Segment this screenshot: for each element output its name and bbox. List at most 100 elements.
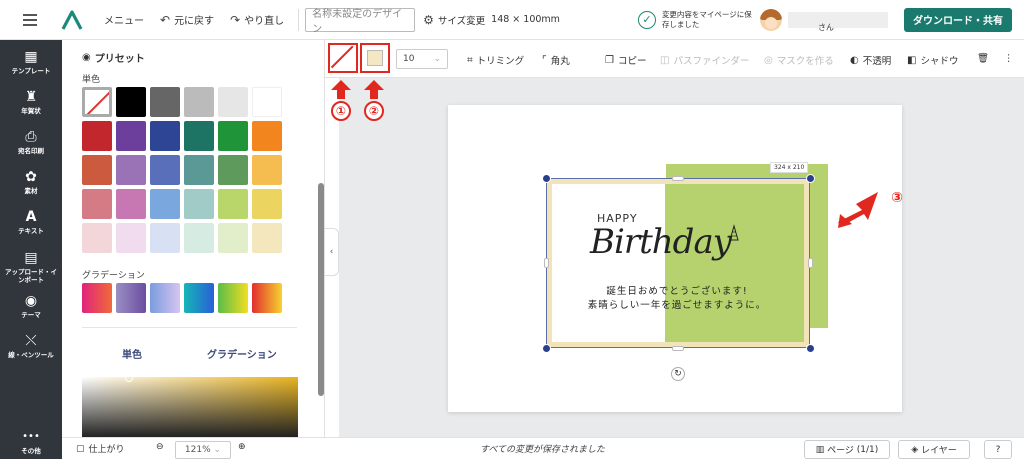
color-swatch[interactable] <box>116 87 146 117</box>
color-swatch[interactable] <box>150 223 180 253</box>
color-swatch[interactable] <box>218 121 248 151</box>
color-picker-area[interactable] <box>82 377 298 437</box>
make-mask-button[interactable]: ◎ マスクを作る <box>764 53 834 68</box>
stroke-width-select[interactable]: 10 ⌄ <box>396 49 448 69</box>
design-name-input[interactable]: 名称未設定のデザイン <box>305 7 416 35</box>
gradient-swatch[interactable] <box>82 283 112 313</box>
color-swatch[interactable] <box>116 121 146 151</box>
panel-divider <box>82 327 297 328</box>
color-swatch[interactable] <box>252 121 282 151</box>
color-swatch[interactable] <box>150 87 180 117</box>
app-logo[interactable] <box>60 8 84 32</box>
resize-handle-top[interactable] <box>672 176 684 181</box>
gradient-swatch[interactable] <box>184 283 214 313</box>
resize-handle-bottom[interactable] <box>672 346 684 351</box>
resize-handle-bl[interactable] <box>542 344 551 353</box>
color-swatch[interactable] <box>218 155 248 185</box>
menu-button[interactable]: メニュー <box>96 0 152 40</box>
color-swatch[interactable] <box>184 87 214 117</box>
shadow-button[interactable]: ◧ シャドウ <box>907 53 958 68</box>
color-swatch[interactable] <box>218 189 248 219</box>
tab-gradient[interactable]: グラデーション <box>207 346 277 361</box>
redo-button[interactable]: ↷ やり直し <box>222 0 292 40</box>
color-swatch[interactable] <box>82 189 112 219</box>
gradient-swatch[interactable] <box>116 283 146 313</box>
rail-item-material[interactable]: ✿ 素材 <box>0 162 62 202</box>
pages-button[interactable]: ▥ ページ (1/1) <box>804 440 890 459</box>
color-swatch[interactable] <box>184 155 214 185</box>
undo-button[interactable]: ↶ 元に戻す <box>152 0 222 40</box>
color-swatch[interactable] <box>116 155 146 185</box>
preset-title-text: プリセット <box>94 54 145 65</box>
rail-item-theme[interactable]: ◉ テーマ <box>0 286 62 326</box>
hamburger-menu-button[interactable] <box>0 0 60 40</box>
finish-preview-button[interactable]: ▢ 仕上がり <box>76 442 125 456</box>
rail-item-pen-tool[interactable]: ⤬ 線・ペンツール <box>0 326 62 366</box>
more-options-button[interactable]: ⋮ <box>1004 53 1014 64</box>
color-swatch[interactable] <box>116 223 146 253</box>
color-swatch[interactable] <box>252 87 282 117</box>
color-swatch[interactable] <box>82 223 112 253</box>
user-suffix: さん <box>817 23 834 32</box>
rotate-handle[interactable]: ↻ <box>671 367 685 381</box>
message-line-1[interactable]: 誕生日おめでとうございます! <box>572 283 782 297</box>
color-swatch[interactable] <box>150 155 180 185</box>
no-fill-color-button[interactable] <box>328 43 358 73</box>
color-swatch[interactable] <box>82 121 112 151</box>
color-swatch[interactable] <box>150 189 180 219</box>
pathfinder-icon: ◫ <box>660 54 670 66</box>
rail-label: テキスト <box>18 227 44 235</box>
color-swatch[interactable] <box>218 87 248 117</box>
rail-item-text[interactable]: A テキスト <box>0 202 62 242</box>
color-swatch[interactable] <box>82 155 112 185</box>
gradient-swatch[interactable] <box>252 283 282 313</box>
hamburger-icon <box>23 18 37 21</box>
message-line-2[interactable]: 素晴らしい一年を過ごせますように。 <box>572 297 782 311</box>
resize-handle-tl[interactable] <box>542 174 551 183</box>
rail-label: その他 <box>21 447 41 455</box>
resize-handle-br[interactable] <box>806 344 815 353</box>
panel-collapse-button[interactable]: ‹ <box>325 228 339 276</box>
trim-button[interactable]: ⌗ トリミング <box>467 53 524 68</box>
pages-count: (1/1) <box>856 444 879 455</box>
stroke-color-button[interactable] <box>360 43 390 73</box>
rail-item-more[interactable]: ••• その他 <box>0 424 62 459</box>
color-swatch[interactable] <box>184 121 214 151</box>
help-button[interactable]: ? <box>984 440 1012 459</box>
color-swatch[interactable] <box>184 189 214 219</box>
delete-button[interactable]: 🗑 <box>977 53 989 64</box>
zoom-in-button[interactable]: ⊕ <box>238 442 246 452</box>
pathfinder-button[interactable]: ◫ パスファインダー <box>660 53 749 68</box>
opacity-button[interactable]: ◐ 不透明 <box>850 53 891 68</box>
no-color-swatch[interactable] <box>82 87 112 117</box>
resize-handle-left[interactable] <box>544 258 549 268</box>
color-swatch[interactable] <box>116 189 146 219</box>
gradient-swatch[interactable] <box>150 283 180 313</box>
rounded-corner-button[interactable]: ⌜ 角丸 <box>542 53 570 68</box>
color-swatch[interactable] <box>150 121 180 151</box>
tab-solid[interactable]: 単色 <box>122 346 142 361</box>
color-swatch[interactable] <box>252 189 282 219</box>
color-picker-handle[interactable] <box>125 374 133 382</box>
rail-item-address-print[interactable]: ⎙ 宛名印刷 <box>0 122 62 162</box>
resize-handle-right[interactable] <box>808 258 813 268</box>
size-change-button[interactable]: ⚙ サイズ変更 148 × 100mm <box>415 0 568 40</box>
gradient-swatch[interactable] <box>218 283 248 313</box>
rail-item-template[interactable]: ▦ テンプレート <box>0 42 62 82</box>
layers-button[interactable]: ◈ レイヤー <box>898 440 970 459</box>
panel-scrollbar[interactable] <box>318 183 324 396</box>
download-share-button[interactable]: ダウンロード・共有 <box>904 7 1012 32</box>
birthday-text[interactable]: Birthday <box>590 222 732 262</box>
rail-item-upload[interactable]: ▤ アップロード・インポート <box>0 245 62 289</box>
copy-button[interactable]: ❐ コピー <box>605 53 646 68</box>
avatar-face <box>764 16 777 29</box>
color-swatch[interactable] <box>218 223 248 253</box>
color-swatch[interactable] <box>252 155 282 185</box>
color-swatch[interactable] <box>252 223 282 253</box>
resize-handle-tr[interactable] <box>806 174 815 183</box>
avatar[interactable] <box>759 8 782 31</box>
color-swatch[interactable] <box>184 223 214 253</box>
zoom-out-button[interactable]: ⊖ <box>156 442 164 452</box>
zoom-select[interactable]: 121% ⌄ <box>175 441 231 459</box>
rail-item-newyear[interactable]: ♜ 年賀状 <box>0 82 62 122</box>
